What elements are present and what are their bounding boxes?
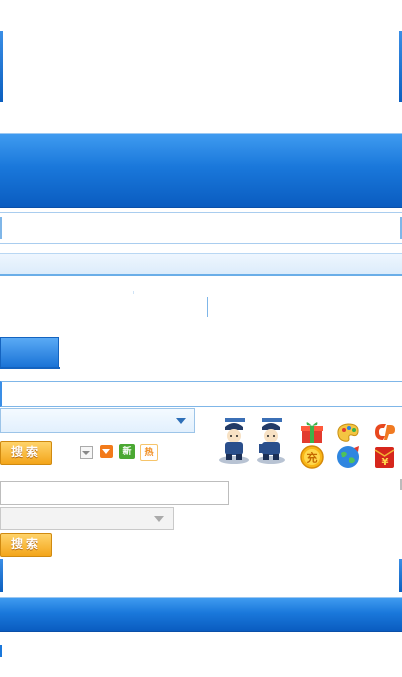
coin-text: 充 (307, 451, 318, 465)
yen-text: ¥ (382, 457, 389, 468)
search-input[interactable] (0, 381, 402, 407)
gift-icon[interactable] (299, 419, 325, 445)
chevron-down-icon (154, 516, 164, 522)
bottom-left-marker (0, 645, 2, 657)
tag-new-badge[interactable]: 新 (119, 444, 135, 459)
nav-strip (0, 253, 402, 276)
header-banner (0, 133, 402, 208)
search-button[interactable]: 搜索 (0, 441, 52, 465)
police-icon[interactable] (217, 417, 251, 465)
chevron-down-icon (102, 449, 110, 454)
coin-icon[interactable]: 充 (299, 444, 325, 470)
bottom-box-left-rail (0, 559, 3, 592)
tab-baseline (0, 367, 60, 369)
divider-dot (133, 291, 134, 294)
palette-icon[interactable] (335, 419, 361, 445)
orange-arrow-icon[interactable] (100, 445, 113, 458)
search-button-2[interactable]: 搜索 (0, 533, 52, 557)
cp-logo-icon[interactable] (371, 419, 397, 445)
chevron-down-icon (82, 451, 90, 455)
sub-header-frame (0, 212, 402, 244)
chevron-down-icon (176, 418, 186, 424)
top-box-left-rail (0, 31, 3, 102)
divider-line (207, 297, 208, 317)
search-tab[interactable] (0, 337, 59, 368)
category-select-2[interactable] (0, 507, 174, 530)
dropdown-toggle-icon[interactable] (80, 446, 93, 459)
footer-banner (0, 597, 402, 632)
tag-hot-badge[interactable]: 热 (140, 444, 158, 461)
globe-icon[interactable] (335, 444, 361, 470)
yen-envelope-icon[interactable]: ¥ (371, 444, 397, 470)
category-select[interactable] (0, 408, 195, 433)
search-input-2[interactable] (0, 481, 229, 505)
police-icon-2[interactable] (254, 417, 288, 465)
sub-header-left-edge (0, 217, 2, 239)
